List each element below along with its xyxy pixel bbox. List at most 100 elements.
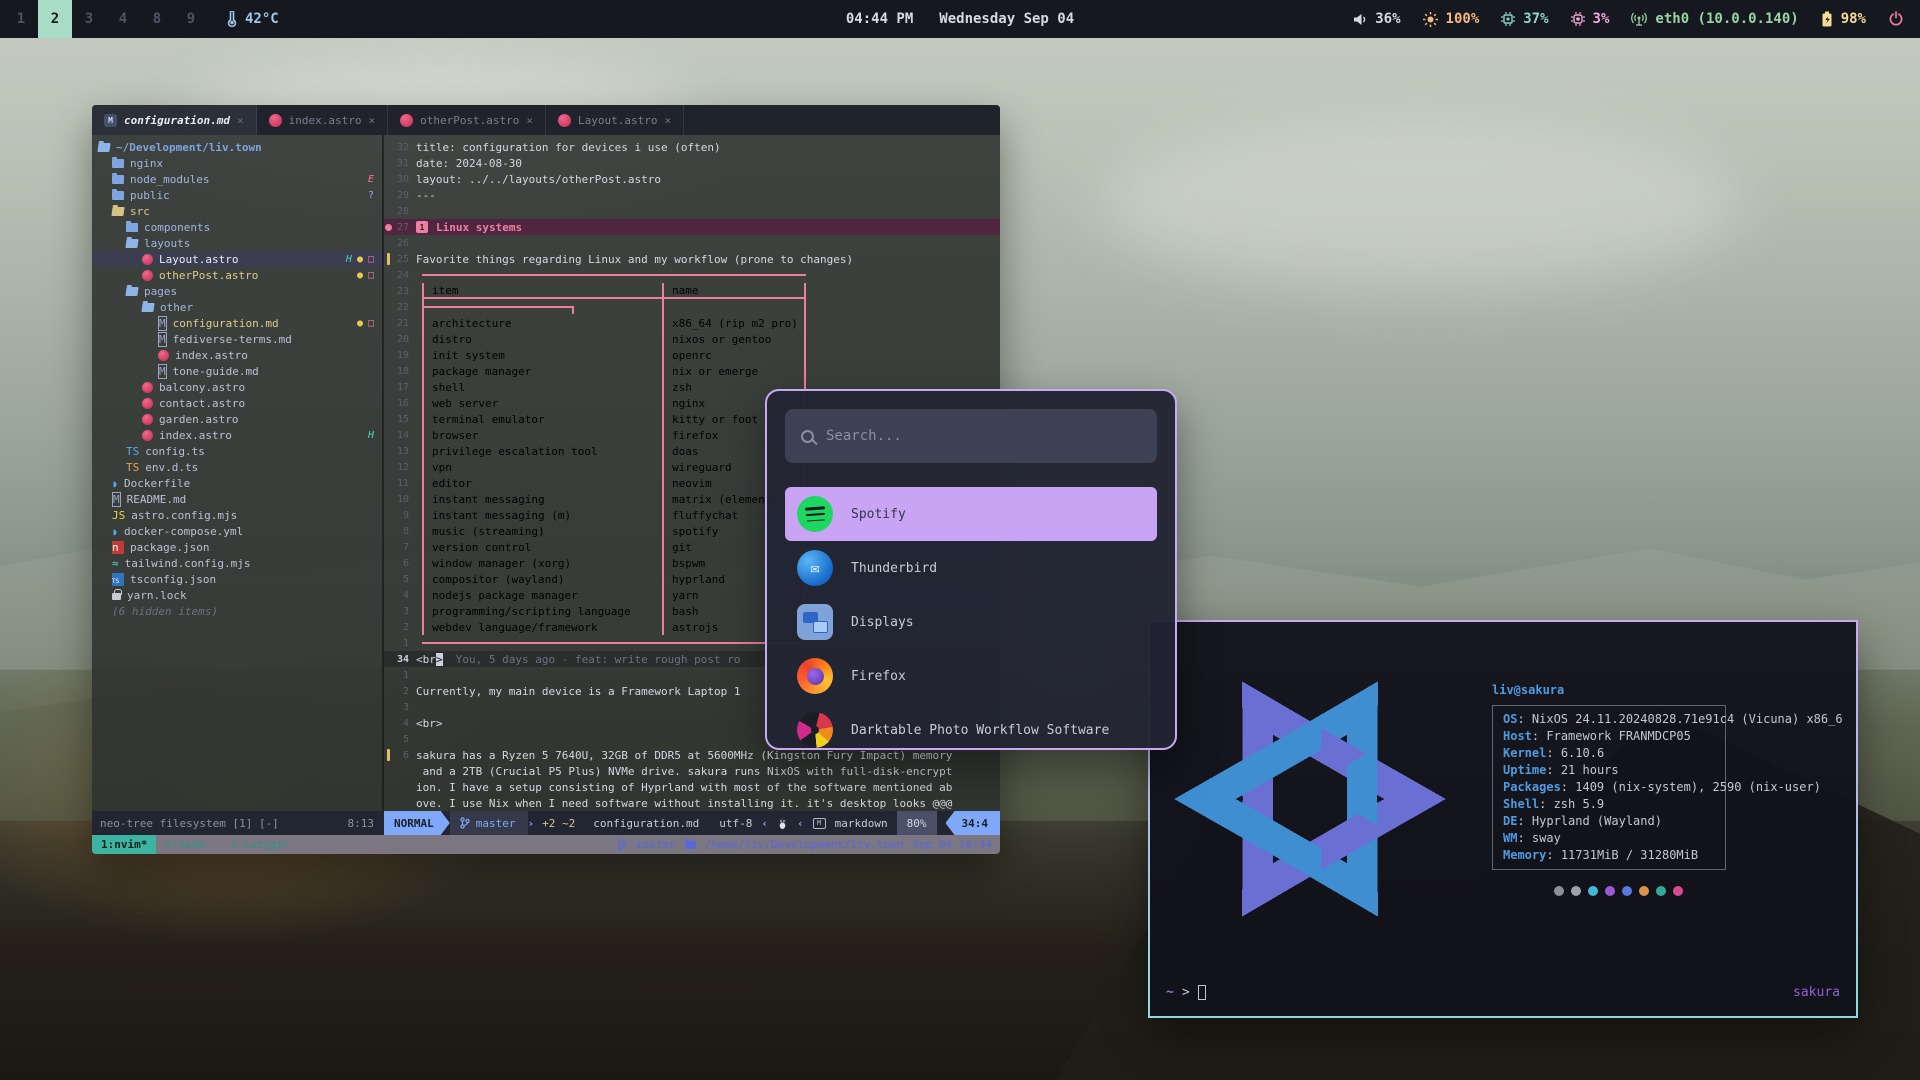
line-number: 5 (392, 734, 416, 745)
tree-item[interactable]: env.d.ts (92, 459, 382, 475)
cpu-module[interactable]: 37% (1501, 11, 1548, 27)
workspace-button[interactable]: 3 (72, 0, 106, 38)
tree-item[interactable]: balcony.astro (92, 379, 382, 395)
tree-item[interactable]: tone-guide.md (92, 363, 382, 379)
tree-item[interactable]: fediverse-terms.md (92, 331, 382, 347)
power-button[interactable] (1888, 11, 1904, 27)
tree-item[interactable]: yarn.lock (92, 587, 382, 603)
tree-item[interactable]: tsconfig.json (92, 571, 382, 587)
tree-item[interactable]: tailwind.config.mjs (92, 555, 382, 571)
launcher-item[interactable]: Displays (785, 595, 1157, 649)
tree-item[interactable]: contact.astro (92, 395, 382, 411)
line-number: 29 (392, 190, 416, 201)
tree-item[interactable]: nginx (92, 155, 382, 171)
tree-item[interactable]: package.json (92, 539, 382, 555)
workspace-button[interactable]: 2 (38, 0, 72, 38)
buffer-tab[interactable]: configuration.md (92, 105, 257, 135)
tree-item[interactable]: config.ts (92, 443, 382, 459)
nixos-logo (1160, 644, 1460, 954)
line-number: 13 (392, 446, 416, 457)
tree-item[interactable]: public ? (92, 187, 382, 203)
modified-marker: ● (357, 270, 363, 281)
table-cell-item: instant messaging (424, 491, 662, 507)
system-info-line: OS: NixOS 24.11.20240828.71e91c4 (Vicuna… (1503, 711, 1725, 728)
tmux-window-active[interactable]: 1:nvim* (92, 835, 156, 854)
battery-module[interactable]: 98% (1821, 11, 1866, 27)
tree-item[interactable]: other (92, 299, 382, 315)
search-icon (801, 430, 814, 443)
system-info-line: Shell: zsh 5.9 (1503, 796, 1725, 813)
tree-item[interactable]: index.astro (92, 347, 382, 363)
workspace-button[interactable]: 9 (174, 0, 208, 38)
tab-close-icon[interactable] (526, 114, 533, 127)
system-info-line: Memory: 11731MiB / 31280MiB (1503, 847, 1725, 864)
file-icon (158, 364, 167, 379)
tree-item[interactable]: Dockerfile (92, 475, 382, 491)
status-modules: 36% 100% 37% 3% eth0 (10.0.0.140) 98% (1353, 11, 1920, 27)
power-icon (1888, 11, 1904, 27)
line-number: 32 (392, 142, 416, 153)
terminal-cursor (1198, 985, 1206, 1000)
tree-item[interactable]: ~/Development/liv.town (92, 139, 382, 155)
diagnostic-error-marker: E (368, 174, 374, 185)
table-cell-name: x86_64 (rip m2 pro) (662, 315, 804, 331)
git-branch-segment: master (450, 811, 528, 835)
tree-item[interactable]: index.astro H (92, 427, 382, 443)
tab-close-icon[interactable] (368, 114, 375, 127)
tree-item[interactable]: layouts (92, 235, 382, 251)
network-antenna-icon (1631, 12, 1647, 26)
table-row: 21 architecture x86_64 (rip m2 pro) (384, 315, 1000, 331)
tree-item[interactable]: configuration.md ● □ (92, 315, 382, 331)
tmux-window[interactable]: 3:lazygit (221, 838, 299, 851)
tree-item[interactable]: Layout.astro H ● □ (92, 251, 382, 267)
launcher-item[interactable]: Thunderbird (785, 541, 1157, 595)
shell-prompt[interactable]: ~ > (1166, 985, 1206, 1000)
file-icon (158, 316, 167, 331)
temperature-value: 42°C (245, 11, 279, 27)
tree-item[interactable]: README.md (92, 491, 382, 507)
terminal-window[interactable]: liv@sakura OS: NixOS 24.11.20240828.71e9… (1148, 620, 1858, 1018)
filetype-icon (269, 114, 282, 127)
git-untracked-marker: ? (368, 190, 374, 201)
tree-item[interactable]: src (92, 203, 382, 219)
table-cell-item: shell (424, 379, 662, 395)
tree-item-label: otherPost.astro (159, 269, 258, 282)
launcher-item[interactable]: Spotify (785, 487, 1157, 541)
gpu-module[interactable]: 3% (1571, 11, 1610, 27)
buffer-tab[interactable]: otherPost.astro (388, 105, 546, 135)
buffer-line: 30 layout: ../../layouts/otherPost.astro (384, 171, 1000, 187)
workspace-button[interactable]: 4 (106, 0, 140, 38)
launcher-item[interactable]: Darktable Photo Workflow Software (785, 703, 1157, 750)
launcher-search-input[interactable]: Search... (785, 409, 1157, 463)
volume-module[interactable]: 36% (1353, 11, 1400, 27)
color-dot (1588, 886, 1598, 896)
table-cell-item: init system (424, 347, 662, 363)
brightness-module[interactable]: 100% (1423, 11, 1480, 27)
tree-item[interactable]: components (92, 219, 382, 235)
tree-item-label: index.astro (175, 349, 248, 362)
tree-item[interactable]: docker-compose.yml (92, 523, 382, 539)
tree-item[interactable]: garden.astro (92, 411, 382, 427)
tree-item[interactable]: otherPost.astro ● □ (92, 267, 382, 283)
tab-close-icon[interactable] (665, 114, 672, 127)
launcher-item[interactable]: Firefox (785, 649, 1157, 703)
network-module[interactable]: eth0 (10.0.0.140) (1631, 11, 1798, 27)
buffer-tab[interactable]: Layout.astro (546, 105, 684, 135)
tree-item[interactable]: pages (92, 283, 382, 299)
workspace-button[interactable]: 8 (140, 0, 174, 38)
terminal-color-palette (1554, 886, 1726, 896)
tree-item[interactable]: astro.config.mjs (92, 507, 382, 523)
tree-item-label: node_modules (130, 173, 209, 186)
file-icon (142, 382, 153, 393)
buffer-tab[interactable]: index.astro (257, 105, 388, 135)
color-dot (1554, 886, 1564, 896)
workspace-button[interactable]: 1 (4, 0, 38, 38)
tree-item[interactable]: (6 hidden items) (92, 603, 382, 619)
tmux-window[interactable]: 2:node- (156, 838, 220, 851)
tree-item[interactable]: node_modules E (92, 171, 382, 187)
line-number: 15 (392, 414, 416, 425)
app-launcher: Search... Spotify Thunderbird Displays F… (765, 389, 1177, 750)
file-icon (112, 557, 119, 570)
tab-close-icon[interactable] (237, 114, 244, 127)
file-icon (125, 239, 138, 248)
